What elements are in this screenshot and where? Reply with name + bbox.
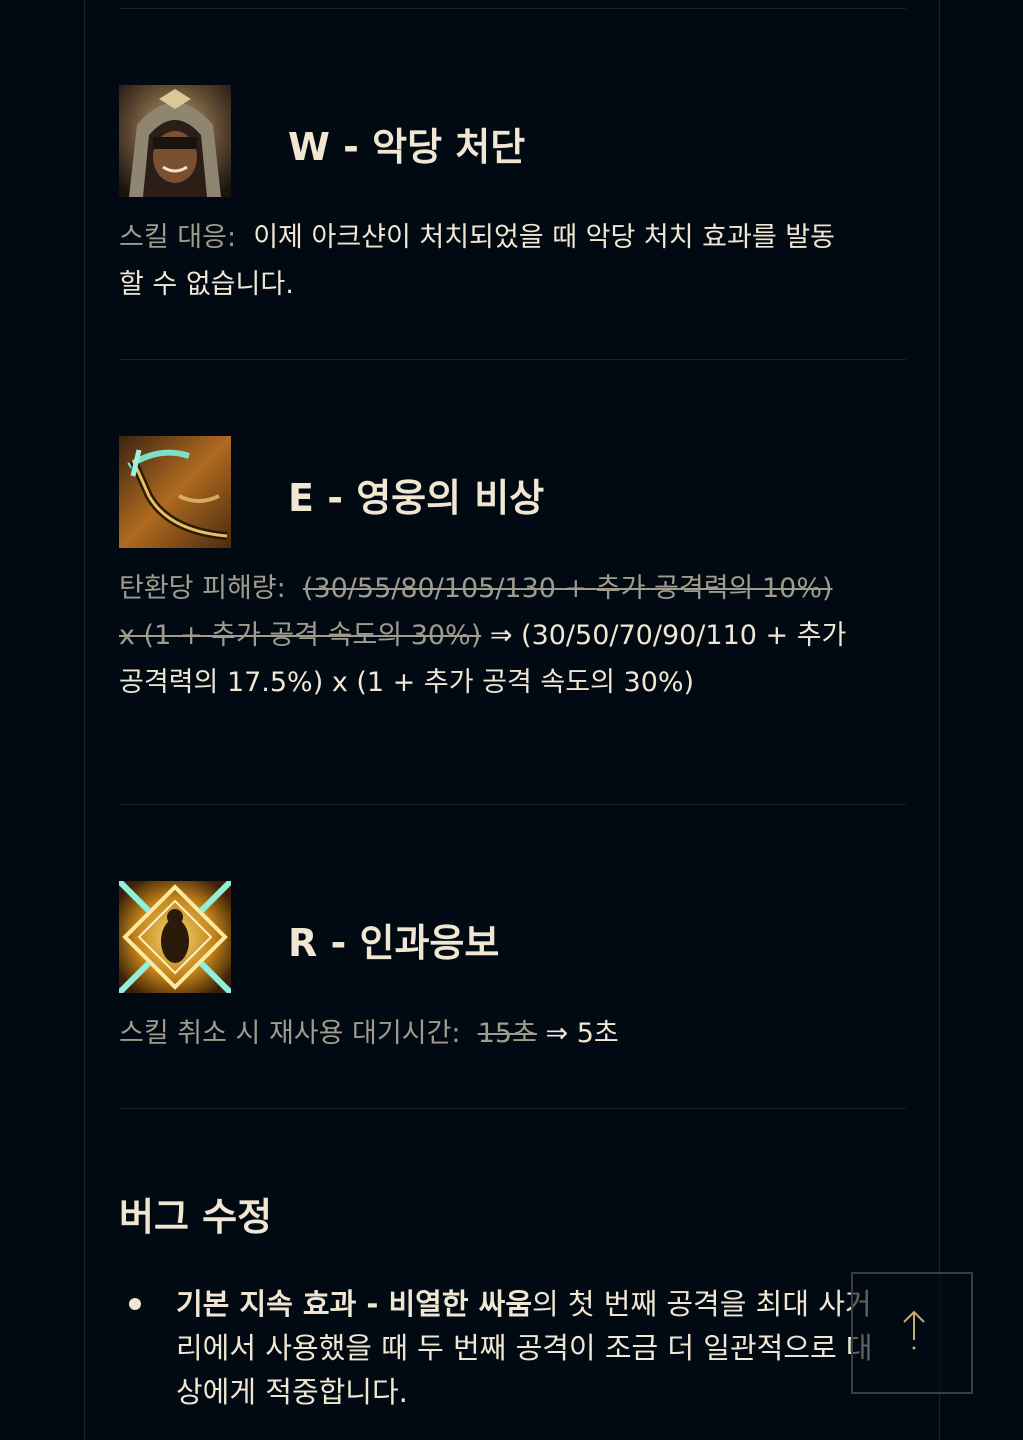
divider	[119, 1108, 906, 1109]
divider	[119, 804, 906, 805]
skill-title-e: E - 영웅의 비상	[288, 476, 545, 520]
arrow-up-icon	[903, 1310, 925, 1350]
heroic-swing-icon	[119, 436, 231, 548]
skill-title-w: W - 악당 처단	[288, 125, 526, 169]
change-label: 스킬 대응:	[119, 222, 237, 253]
bugfix-bold: 기본 지속 효과 - 비열한 싸움	[176, 1287, 532, 1321]
bugfix-text: 기본 지속 효과 - 비열한 싸움의 첫 번째 공격을 최대 사거리에서 사용했…	[176, 1282, 876, 1414]
new-value: 5초	[576, 1018, 619, 1049]
old-value: 15초	[477, 1018, 537, 1049]
bullet-icon	[129, 1298, 141, 1310]
skill-description-w: 스킬 대응: 이제 아크샨이 처치되었을 때 악당 처치 효과를 발동할 수 없…	[119, 214, 849, 308]
divider	[119, 8, 906, 9]
change-label: 탄환당 피해량:	[119, 573, 286, 604]
skill-title-r: R - 인과응보	[288, 921, 500, 965]
villain-execution-icon	[119, 85, 231, 197]
comeuppance-icon	[119, 881, 231, 993]
skill-description-r: 스킬 취소 시 재사용 대기시간: 15초 ⇒ 5초	[119, 1010, 849, 1057]
skill-description-e: 탄환당 피해량: (30/55/80/105/130 + 추가 공격력의 10%…	[119, 565, 849, 706]
change-label: 스킬 취소 시 재사용 대기시간:	[119, 1018, 461, 1049]
divider	[119, 359, 906, 360]
section-title-bugfix: 버그 수정	[119, 1195, 273, 1239]
change-arrow: ⇒	[489, 620, 513, 651]
scroll-to-top-button[interactable]	[851, 1272, 973, 1394]
change-arrow: ⇒	[545, 1018, 569, 1049]
